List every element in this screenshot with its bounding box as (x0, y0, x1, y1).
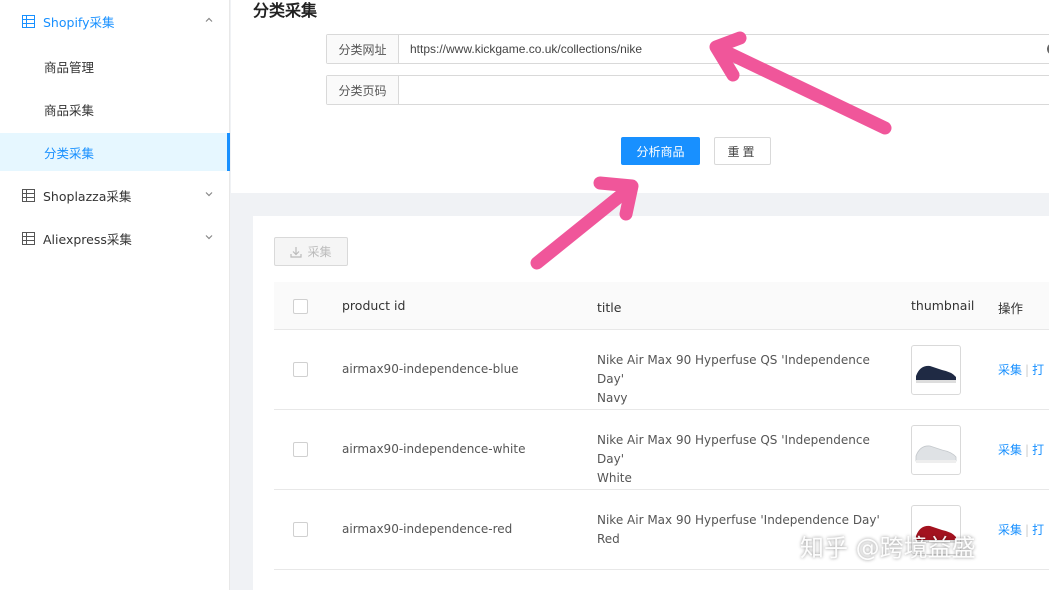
menu-group-aliexpress[interactable]: Aliexpress采集 (0, 217, 230, 260)
action-divider: | (1025, 363, 1030, 377)
row-actions: 采集 | 打 (998, 361, 1044, 378)
title-line: Navy (597, 391, 628, 405)
table-icon (22, 232, 35, 245)
select-all-checkbox[interactable] (293, 299, 308, 314)
sidebar-item-label: 商品管理 (44, 59, 95, 75)
category-url-field: 分类网址 (326, 34, 1049, 64)
product-thumbnail (911, 425, 961, 475)
row-actions: 采集 | 打 (998, 441, 1044, 458)
sidebar: Shopify采集 商品管理 商品采集 分类采集 Shoplazza采集 Ali… (0, 0, 230, 590)
search-form-panel: 分类采集 分类网址 分类页码 分析商品 重置 (231, 0, 1049, 193)
menu-group-label: Aliexpress采集 (43, 232, 132, 247)
menu-group-label: Shoplazza采集 (43, 189, 132, 204)
product-id-cell: airmax90-independence-white (342, 442, 526, 456)
column-header-actions: 操作 (998, 301, 1024, 316)
category-url-input[interactable] (399, 35, 1049, 63)
analyze-products-button[interactable]: 分析商品 (621, 137, 700, 165)
action-link[interactable]: 打 (1032, 443, 1044, 457)
category-page-input[interactable] (399, 76, 1049, 104)
collect-button-label: 采集 (307, 245, 332, 259)
action-divider: | (1025, 523, 1030, 537)
category-page-field: 分类页码 (326, 75, 1049, 105)
table-icon (22, 189, 35, 202)
column-header-product-id: product id (342, 298, 406, 313)
product-id-cell: airmax90-independence-red (342, 522, 513, 536)
table-row: airmax90-independence-white Nike Air Max… (274, 410, 1049, 490)
collect-link[interactable]: 采集 (998, 363, 1022, 377)
category-url-label: 分类网址 (327, 35, 399, 63)
collect-link[interactable]: 采集 (998, 523, 1022, 537)
table-row: airmax90-independence-blue Nike Air Max … (274, 330, 1049, 410)
product-thumbnail (911, 345, 961, 395)
action-link[interactable]: 打 (1032, 363, 1044, 377)
page-title: 分类采集 (253, 1, 318, 20)
column-header-thumbnail: thumbnail (911, 298, 975, 313)
sidebar-item-product-collect[interactable]: 商品采集 (0, 90, 230, 128)
column-header-title: title (597, 300, 622, 315)
shoe-thumbnail-icon (916, 365, 956, 383)
chevron-up-icon (205, 17, 213, 22)
action-link[interactable]: 打 (1032, 523, 1044, 537)
title-line: White (597, 471, 632, 485)
row-checkbox[interactable] (293, 522, 308, 537)
watermark: 知乎 @跨境益盛 (800, 534, 976, 562)
action-divider: | (1025, 443, 1030, 457)
product-title-cell: Nike Air Max 90 Hyperfuse QS 'Independen… (597, 431, 887, 488)
collect-link[interactable]: 采集 (998, 443, 1022, 457)
title-line: Nike Air Max 90 Hyperfuse QS 'Independen… (597, 433, 870, 466)
shoe-thumbnail-icon (915, 445, 957, 463)
sidebar-item-label: 商品采集 (44, 102, 95, 118)
menu-group-shoplazza[interactable]: Shoplazza采集 (0, 174, 230, 217)
menu-group-shopify[interactable]: Shopify采集 (0, 0, 230, 43)
collect-button[interactable]: 采集 (274, 237, 348, 266)
product-title-cell: Nike Air Max 90 Hyperfuse QS 'Independen… (597, 351, 887, 408)
row-checkbox[interactable] (293, 442, 308, 457)
menu-group-label: Shopify采集 (43, 15, 115, 30)
title-line: Nike Air Max 90 Hyperfuse QS 'Independen… (597, 353, 870, 386)
chevron-down-icon (205, 235, 213, 240)
sidebar-item-label: 分类采集 (44, 145, 95, 161)
chevron-down-icon (205, 192, 213, 197)
title-line: Red (597, 532, 620, 546)
category-page-label: 分类页码 (327, 76, 399, 104)
reset-button[interactable]: 重置 (714, 137, 771, 165)
products-table: product id title thumbnail 操作 airmax90-i… (274, 282, 1049, 570)
product-id-cell: airmax90-independence-blue (342, 362, 519, 376)
title-line: Nike Air Max 90 Hyperfuse 'Independence … (597, 513, 880, 527)
row-actions: 采集 | 打 (998, 521, 1044, 538)
table-icon (22, 15, 35, 28)
row-checkbox[interactable] (293, 362, 308, 377)
table-header: product id title thumbnail 操作 (274, 282, 1049, 330)
sidebar-item-product-management[interactable]: 商品管理 (0, 47, 230, 85)
sidebar-item-category-collect[interactable]: 分类采集 (0, 133, 230, 171)
download-icon (290, 246, 303, 258)
